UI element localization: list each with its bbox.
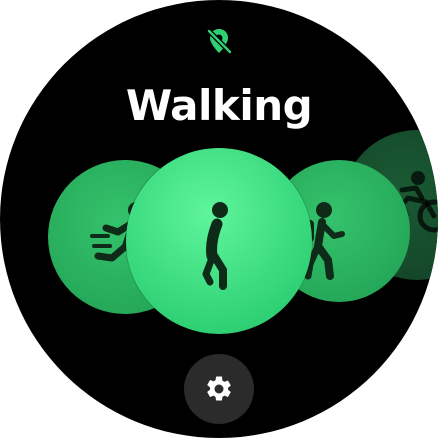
workout-item-walking-selected[interactable] xyxy=(126,148,312,334)
settings-button[interactable] xyxy=(184,354,254,424)
watch-screen: Walking xyxy=(0,0,438,438)
gear-icon xyxy=(207,376,231,401)
walking-icon xyxy=(202,202,228,290)
